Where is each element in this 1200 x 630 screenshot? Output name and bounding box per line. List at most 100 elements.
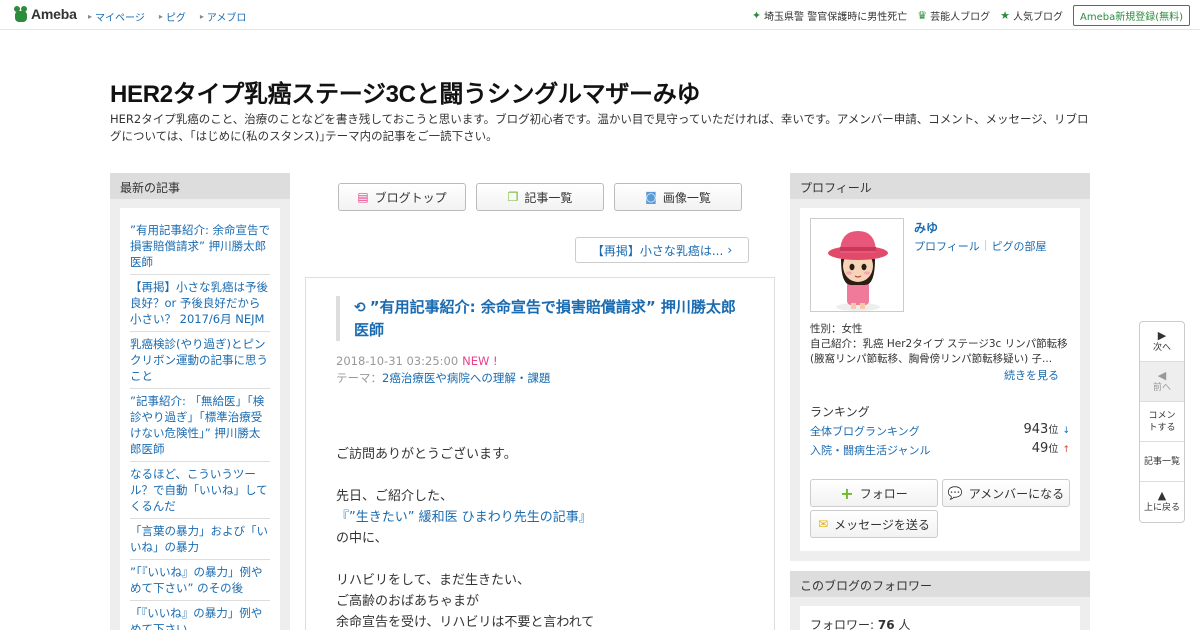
recent-post-link[interactable]: ”有用記事紹介: 余命宣告で損害賠償請求” 押川勝太郎医師: [130, 223, 270, 269]
ranking-value: 49位 ↑: [1031, 441, 1070, 456]
list-item: 「言葉の暴力」および「いいね」の暴力: [130, 519, 270, 560]
top-right-links: ✦ 埼玉県警 警官保護時に男性死亡 ♛ 芸能人ブログ ★ 人気ブログ Ameba…: [752, 5, 1190, 26]
comment-button[interactable]: コメントする: [1140, 402, 1184, 442]
avatar[interactable]: [810, 218, 904, 312]
followers-count[interactable]: 76: [878, 618, 895, 630]
ameba-logo[interactable]: Ameba: [14, 6, 77, 22]
recent-post-link[interactable]: ”「『いいね』の暴力」例やめて下さい” のその後: [130, 565, 262, 595]
image-list-button[interactable]: ◙ 画像一覧: [614, 183, 742, 211]
recent-post-link[interactable]: ”記事紹介: 「無給医」「検診やり過ぎ」「標準治療受けない危険性」” 押川勝太郎…: [130, 394, 264, 456]
article-title[interactable]: ⟲ ”有用記事紹介: 余命宣告で損害賠償請求” 押川勝太郎医師: [336, 296, 746, 341]
list-item: ”「『いいね』の暴力」例やめて下さい” のその後: [130, 560, 270, 601]
ranking-name[interactable]: 全体ブログランキング: [810, 425, 920, 438]
reblog-icon: ⟲: [354, 300, 366, 316]
next-button[interactable]: ▶ 次へ: [1140, 322, 1184, 362]
profile-link[interactable]: プロフィール: [914, 238, 980, 254]
recent-posts-list: ”有用記事紹介: 余命宣告で損害賠償請求” 押川勝太郎医師 【再掲】小さな乳癌は…: [130, 218, 270, 630]
floating-nav: ▶ 次へ ◀ 前へ コメントする 記事一覧 ▲ 上に戻る: [1139, 321, 1185, 523]
followers-label: フォロワー:: [810, 618, 878, 630]
profile-intro: 自己紹介：乳癌 Her2タイプ ステージ3c リンパ節転移 (腋窩リンパ節転移、…: [810, 338, 1068, 365]
play-left-icon: ◀: [1157, 368, 1167, 382]
recent-post-link[interactable]: 【再掲】小さな乳癌は予後良好？or 予後良好だから小さい？ 2017/6月 NE…: [130, 280, 268, 326]
body-paragraph: 余命宣告を受け、リハビリは不要と言われて: [336, 615, 595, 630]
star-icon: ★: [1000, 9, 1010, 22]
follow-label: フォロー: [859, 486, 908, 501]
camera-icon: ◙: [645, 190, 657, 204]
article-body: ご訪問ありがとうございます。 先日、ご紹介した、 『”生きたい” 緩和医 ひまわ…: [336, 444, 746, 630]
article-list-float-button[interactable]: 記事一覧: [1140, 442, 1184, 482]
top-nav: マイページ ピグ アメブロ: [88, 9, 246, 24]
sparkle-icon: ✦: [751, 9, 762, 22]
top-bar: Ameba マイページ ピグ アメブロ ✦ 埼玉県警 警官保護時に男性死亡 ♛ …: [0, 0, 1200, 30]
image-list-label: 画像一覧: [662, 190, 711, 205]
new-badge: NEW !: [462, 354, 498, 368]
followers-panel: フォロワー: 76 人: [800, 606, 1080, 630]
profile-gender: 性別：女性: [810, 323, 863, 335]
article-list-label: 記事一覧: [524, 190, 573, 205]
profile-panel: みゆ プロフィール | ピグの部屋 性別：女性 自己紹介：乳癌 Her2タイプ …: [800, 208, 1080, 551]
back-to-top-button[interactable]: ▲ 上に戻る: [1140, 482, 1184, 522]
prev-label: 前へ: [1152, 382, 1171, 393]
followers-unit: 人: [894, 618, 911, 630]
profile-links: プロフィール | ピグの部屋: [914, 238, 1047, 254]
send-message-button[interactable]: ✉ メッセージを送る: [810, 510, 938, 538]
logo-text: Ameba: [31, 6, 77, 22]
nav-ameblo[interactable]: アメブロ: [200, 9, 247, 24]
theme-link[interactable]: 2癌治療医や病院への理解・課題: [382, 371, 550, 385]
next-label: 次へ: [1152, 342, 1171, 353]
ranking-value: 943位 ↓: [1023, 422, 1070, 437]
list-item: 乳癌検診(やり過ぎ)とピンクリボン運動の記事に思うこと: [130, 332, 270, 389]
nav-mypage[interactable]: マイページ: [88, 9, 145, 24]
play-right-icon: ▶: [1157, 328, 1167, 342]
ameba-logo-icon: [14, 6, 28, 22]
list-item: ”有用記事紹介: 余命宣告で損害賠償請求” 押川勝太郎医師: [130, 218, 270, 275]
recent-post-link[interactable]: 「『いいね』の暴力」例やめて下さい: [130, 606, 262, 630]
previous-post-button[interactable]: 【再掲】小さな乳癌は... ›: [575, 237, 749, 263]
ranking-name[interactable]: 入院・闘病生活ジャンル: [810, 444, 930, 457]
recent-post-link[interactable]: なるほど、こういうツール？で自動「いいね」してくるんだ: [130, 467, 268, 513]
recent-post-link[interactable]: 乳癌検診(やり過ぎ)とピンクリボン運動の記事に思うこと: [130, 337, 268, 383]
list-item: なるほど、こういうツール？で自動「いいね」してくるんだ: [130, 462, 270, 519]
body-paragraph: ご高齢のおばあちゃまが: [336, 594, 480, 609]
nav-pigg[interactable]: ピグ: [159, 9, 186, 24]
body-paragraph: リハビリをして、まだ生きたい、: [336, 573, 530, 588]
pigg-room-link[interactable]: ピグの部屋: [992, 238, 1047, 254]
recent-posts-sidebar: 最新の記事 ”有用記事紹介: 余命宣告で損害賠償請求” 押川勝太郎医師 【再掲】…: [110, 173, 290, 630]
chevron-right-icon: ›: [727, 243, 733, 257]
article-list-button[interactable]: ❐ 記事一覧: [476, 183, 604, 211]
ranking-row-overall: 全体ブログランキング 943位 ↓: [810, 422, 1070, 439]
article-title-text: ”有用記事紹介: 余命宣告で損害賠償請求” 押川勝太郎医師: [354, 298, 736, 339]
prev-button[interactable]: ◀ 前へ: [1140, 362, 1184, 402]
send-message-label: メッセージを送る: [834, 517, 930, 532]
celebrity-blog-link[interactable]: ♛ 芸能人ブログ: [917, 8, 990, 23]
register-button[interactable]: Ameba新規登録(無料): [1072, 5, 1190, 26]
read-more-link[interactable]: 続きを見る: [1004, 367, 1059, 383]
crown-icon: ♛: [917, 9, 928, 22]
avatar-image: [811, 219, 903, 311]
celebrity-blog-label: 芸能人ブログ: [930, 12, 991, 23]
chat-bubble-icon: 💬: [947, 486, 963, 500]
popular-blog-link[interactable]: ★ 人気ブログ: [1000, 8, 1063, 23]
follow-button[interactable]: + フォロー: [810, 479, 938, 507]
popular-blog-label: 人気ブログ: [1012, 12, 1063, 23]
list-item: 【再掲】小さな乳癌は予後良好？or 予後良好だから小さい？ 2017/6月 NE…: [130, 275, 270, 332]
blog-top-button[interactable]: ▤ ブログトップ: [338, 183, 466, 211]
theme-label: テーマ：: [336, 371, 382, 385]
triangle-up-icon: ▲: [1157, 489, 1167, 502]
comment-label: コメントする: [1148, 410, 1176, 433]
list-icon: ❐: [507, 190, 519, 204]
amember-button[interactable]: 💬 アメンバーになる: [942, 479, 1070, 507]
body-paragraph: ご訪問ありがとうございます。: [336, 447, 517, 462]
blog-title[interactable]: HER2タイプ乳癌ステージ3Cと闘うシングルマザーみゆ: [110, 74, 700, 109]
ranking-heading: ランキング: [810, 405, 870, 419]
list-item: 「『いいね』の暴力」例やめて下さい: [130, 601, 270, 630]
news-link[interactable]: ✦ 埼玉県警 警官保護時に男性死亡: [752, 8, 907, 23]
referenced-article-link[interactable]: 『”生きたい” 緩和医 ひまわり先生の記事』: [336, 510, 592, 525]
body-paragraph: の中に、: [336, 531, 388, 546]
followers-sidebar: このブログのフォロワー フォロワー: 76 人: [790, 571, 1090, 630]
blog-nav: ▤ ブログトップ ❐ 記事一覧 ◙ 画像一覧: [338, 183, 742, 211]
divider: |: [983, 238, 988, 251]
news-label: 埼玉県警 警官保護時に男性死亡: [764, 12, 908, 23]
recent-post-link[interactable]: 「言葉の暴力」および「いいね」の暴力: [130, 524, 268, 554]
profile-name[interactable]: みゆ: [914, 219, 938, 236]
